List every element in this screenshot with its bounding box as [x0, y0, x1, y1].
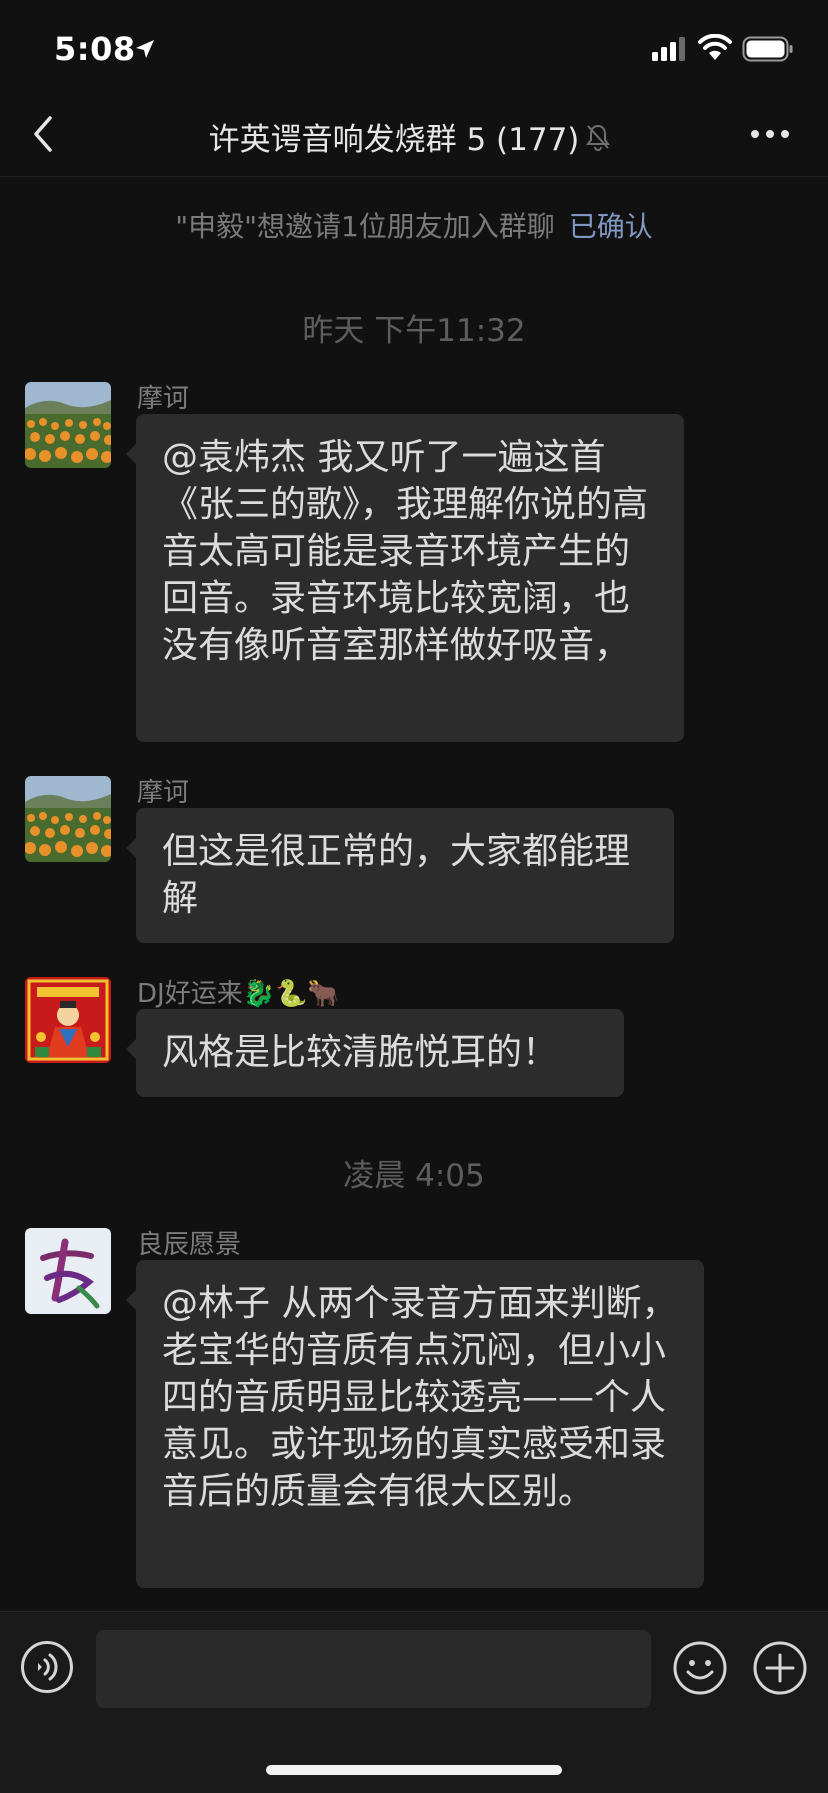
sender-name: DJ好运来🐉🐍🐂 [137, 979, 340, 1009]
location-arrow-icon [136, 40, 154, 58]
avatar[interactable] [25, 977, 111, 1063]
voice-input-icon[interactable] [20, 1640, 74, 1694]
chevron-left-icon[interactable] [28, 112, 58, 156]
flower-field-avatar-image [25, 776, 111, 862]
home-indicator[interactable] [266, 1765, 562, 1775]
wifi-icon [698, 34, 732, 60]
chat-title-text: 许英谔音响发烧群 5 (177) [208, 122, 580, 158]
muted-bell-icon [586, 124, 611, 151]
time-divider: 昨天 下午11:32 [302, 313, 526, 349]
plus-circle-icon[interactable] [752, 1640, 808, 1696]
avatar[interactable] [25, 382, 111, 468]
battery-icon [742, 36, 793, 62]
message-bubble[interactable]: @袁炜杰 我又听了一遍这首《张三的歌》，我理解你说的高音太高可能是录音环境产生的… [126, 414, 684, 742]
message-bubble[interactable]: 但这是很正常的，大家都能理解 [126, 808, 674, 943]
avatar[interactable] [25, 776, 111, 862]
flower-field-avatar-image [25, 382, 111, 468]
invite-notice-text: "申毅"想邀请1位朋友加入群聊 [175, 210, 555, 243]
status-time: 5:08 [54, 30, 136, 68]
input-bar [0, 1611, 828, 1793]
more-dots-icon[interactable] [750, 128, 790, 140]
sender-name: 摩诃 [137, 384, 190, 414]
invite-notice: "申毅"想邀请1位朋友加入群聊 已确认 [0, 205, 828, 245]
emoji-smile-icon[interactable] [672, 1640, 728, 1696]
chat-title: 许英谔音响发烧群 5 (177) [160, 114, 660, 159]
message-input[interactable] [96, 1630, 651, 1708]
message-bubble[interactable]: @林子 从两个录音方面来判断，老宝华的音质有点沉闷，但小小四的音质明显比较透亮—… [126, 1260, 704, 1588]
nav-bar: 许英谔音响发烧群 5 (177) [0, 100, 828, 177]
sender-name: 摩诃 [137, 778, 190, 808]
cellular-signal-icon [652, 37, 685, 61]
calligraphy-avatar-image [25, 1228, 111, 1314]
message-bubble[interactable]: 风格是比较清脆悦耳的！ [126, 1009, 624, 1097]
confirmed-link[interactable]: 已确认 [569, 210, 653, 243]
status-bar: 5:08 [0, 0, 828, 100]
fortune-god-avatar-image [25, 977, 111, 1063]
time-divider: 凌晨 4:05 [343, 1158, 485, 1194]
sender-name: 良辰愿景 [137, 1230, 242, 1260]
avatar[interactable] [25, 1228, 111, 1314]
